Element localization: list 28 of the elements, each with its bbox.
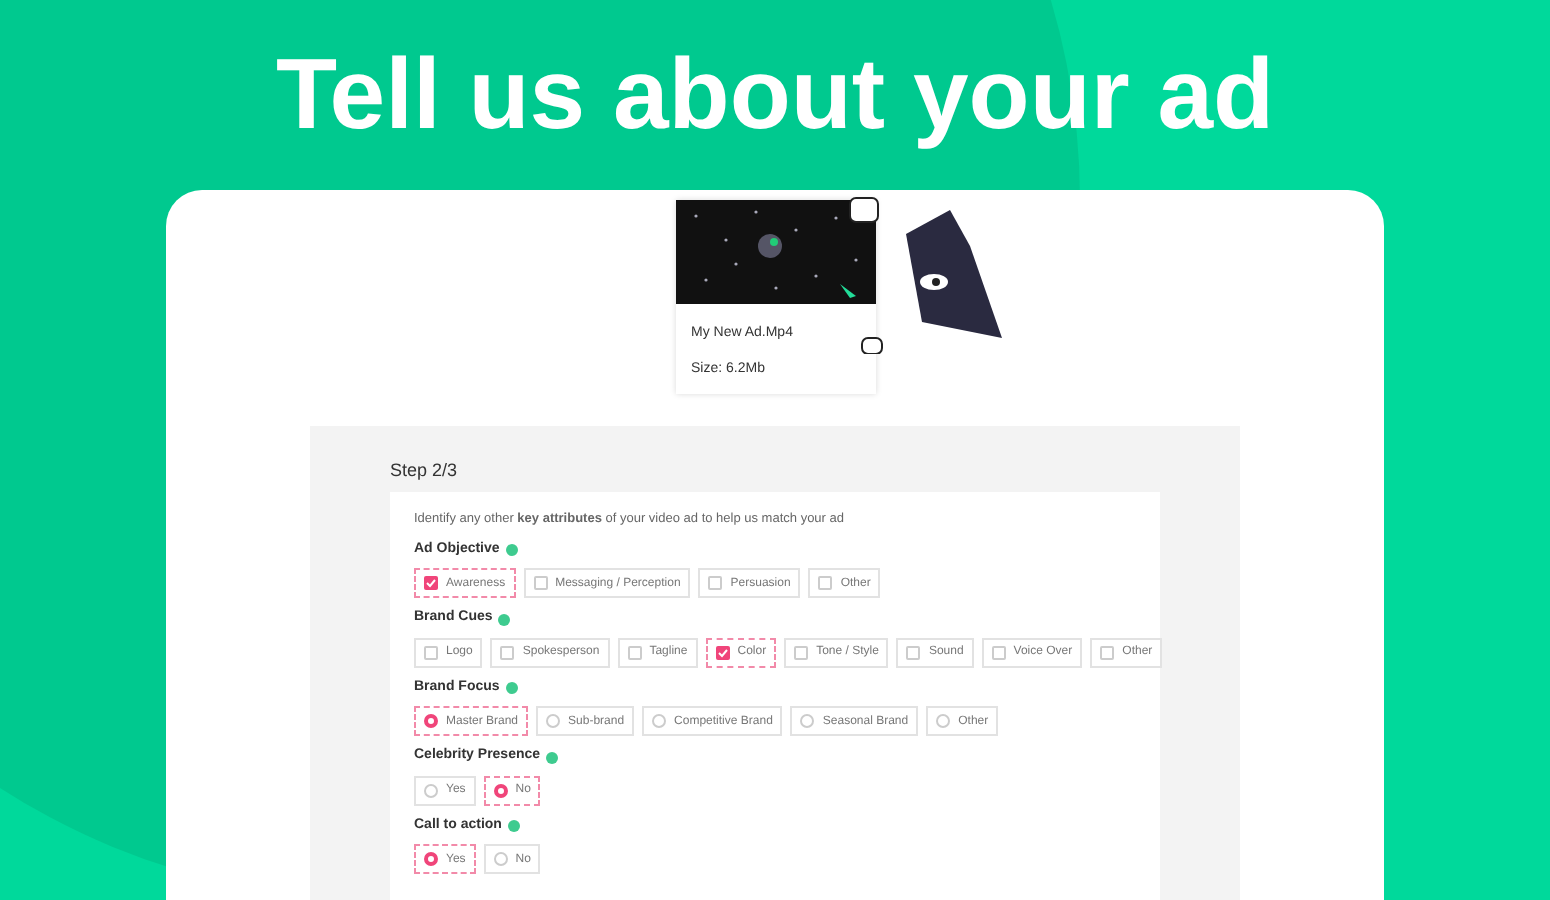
selected-radio[interactable] bbox=[493, 783, 508, 798]
radio[interactable] bbox=[424, 783, 438, 798]
radio[interactable] bbox=[936, 714, 951, 729]
checked-checkbox[interactable] bbox=[715, 645, 730, 660]
checkbox[interactable] bbox=[533, 576, 548, 591]
info-icon bbox=[505, 682, 518, 694]
checkbox[interactable] bbox=[500, 645, 515, 660]
checkbox[interactable] bbox=[794, 645, 809, 660]
checkbox[interactable] bbox=[424, 645, 438, 660]
info-icon bbox=[546, 751, 559, 763]
info-icon bbox=[498, 613, 511, 625]
info-icon bbox=[505, 544, 518, 556]
radio[interactable] bbox=[800, 714, 815, 729]
selected-radio[interactable] bbox=[424, 714, 438, 729]
checkbox[interactable] bbox=[906, 645, 921, 660]
headline: Tell us about your ad bbox=[275, 44, 1275, 152]
checkbox[interactable] bbox=[1100, 645, 1115, 660]
checkbox[interactable] bbox=[708, 576, 723, 591]
radio[interactable] bbox=[546, 714, 561, 729]
checkbox[interactable] bbox=[818, 576, 833, 591]
selected-radio[interactable] bbox=[424, 852, 438, 867]
checkbox[interactable] bbox=[991, 645, 1006, 660]
radio[interactable] bbox=[493, 852, 508, 867]
checkbox[interactable] bbox=[627, 645, 642, 660]
radio[interactable] bbox=[652, 714, 667, 729]
info-icon bbox=[507, 820, 520, 832]
checked-checkbox[interactable] bbox=[424, 576, 438, 591]
step-label: Step 2/3 bbox=[390, 458, 460, 484]
